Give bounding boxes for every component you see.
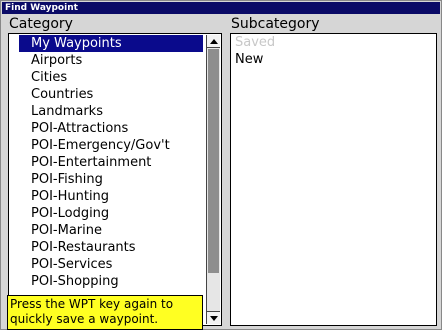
category-item[interactable]: Cities (19, 69, 203, 86)
category-items: My Waypoints Airports Cities Countries Landm… (19, 35, 208, 290)
category-item[interactable]: POI-Hunting (19, 188, 203, 205)
scroll-up-button[interactable] (207, 35, 220, 48)
window-title: Find Waypoint (2, 2, 440, 14)
category-item[interactable]: Landmarks (19, 103, 203, 120)
subcategory-header: Subcategory (231, 16, 320, 32)
category-item[interactable]: POI-Shopping (19, 273, 203, 290)
category-list[interactable]: My Waypoints Airports Cities Countries Landm… (8, 33, 222, 326)
category-scrollbar[interactable] (206, 35, 220, 324)
category-item[interactable]: Countries (19, 86, 203, 103)
category-item[interactable]: POI-Emergency/Gov't (19, 137, 203, 154)
subcategory-item[interactable]: New (231, 51, 436, 68)
category-item[interactable]: Airports (19, 52, 203, 69)
hint-tooltip: Press the WPT key again to quickly save … (7, 295, 203, 330)
category-header: Category (9, 16, 73, 32)
subcategory-item: Saved (235, 35, 276, 50)
arrow-down-icon (210, 316, 218, 321)
subcategory-list[interactable]: Saved New (230, 33, 437, 326)
category-item[interactable]: POI-Fishing (19, 171, 203, 188)
category-item[interactable]: POI-Attractions (19, 120, 203, 137)
hint-line-1: Press the WPT key again to (10, 297, 174, 311)
category-item[interactable]: POI-Marine (19, 222, 203, 239)
category-item[interactable]: My Waypoints (19, 35, 203, 52)
scrollbar-thumb[interactable] (208, 49, 219, 273)
category-item[interactable]: POI-Services (19, 256, 203, 273)
arrow-up-icon (210, 39, 218, 44)
scroll-down-button[interactable] (207, 311, 220, 324)
category-item[interactable]: POI-Lodging (19, 205, 203, 222)
category-item[interactable]: POI-Entertainment (19, 154, 203, 171)
category-item[interactable]: POI-Restaurants (19, 239, 203, 256)
hint-line-2: quickly save a waypoint. (10, 312, 159, 326)
subcategory-items: Saved New (231, 34, 436, 68)
find-waypoint-window: Find Waypoint Category Subcategory My Wa… (0, 0, 442, 330)
